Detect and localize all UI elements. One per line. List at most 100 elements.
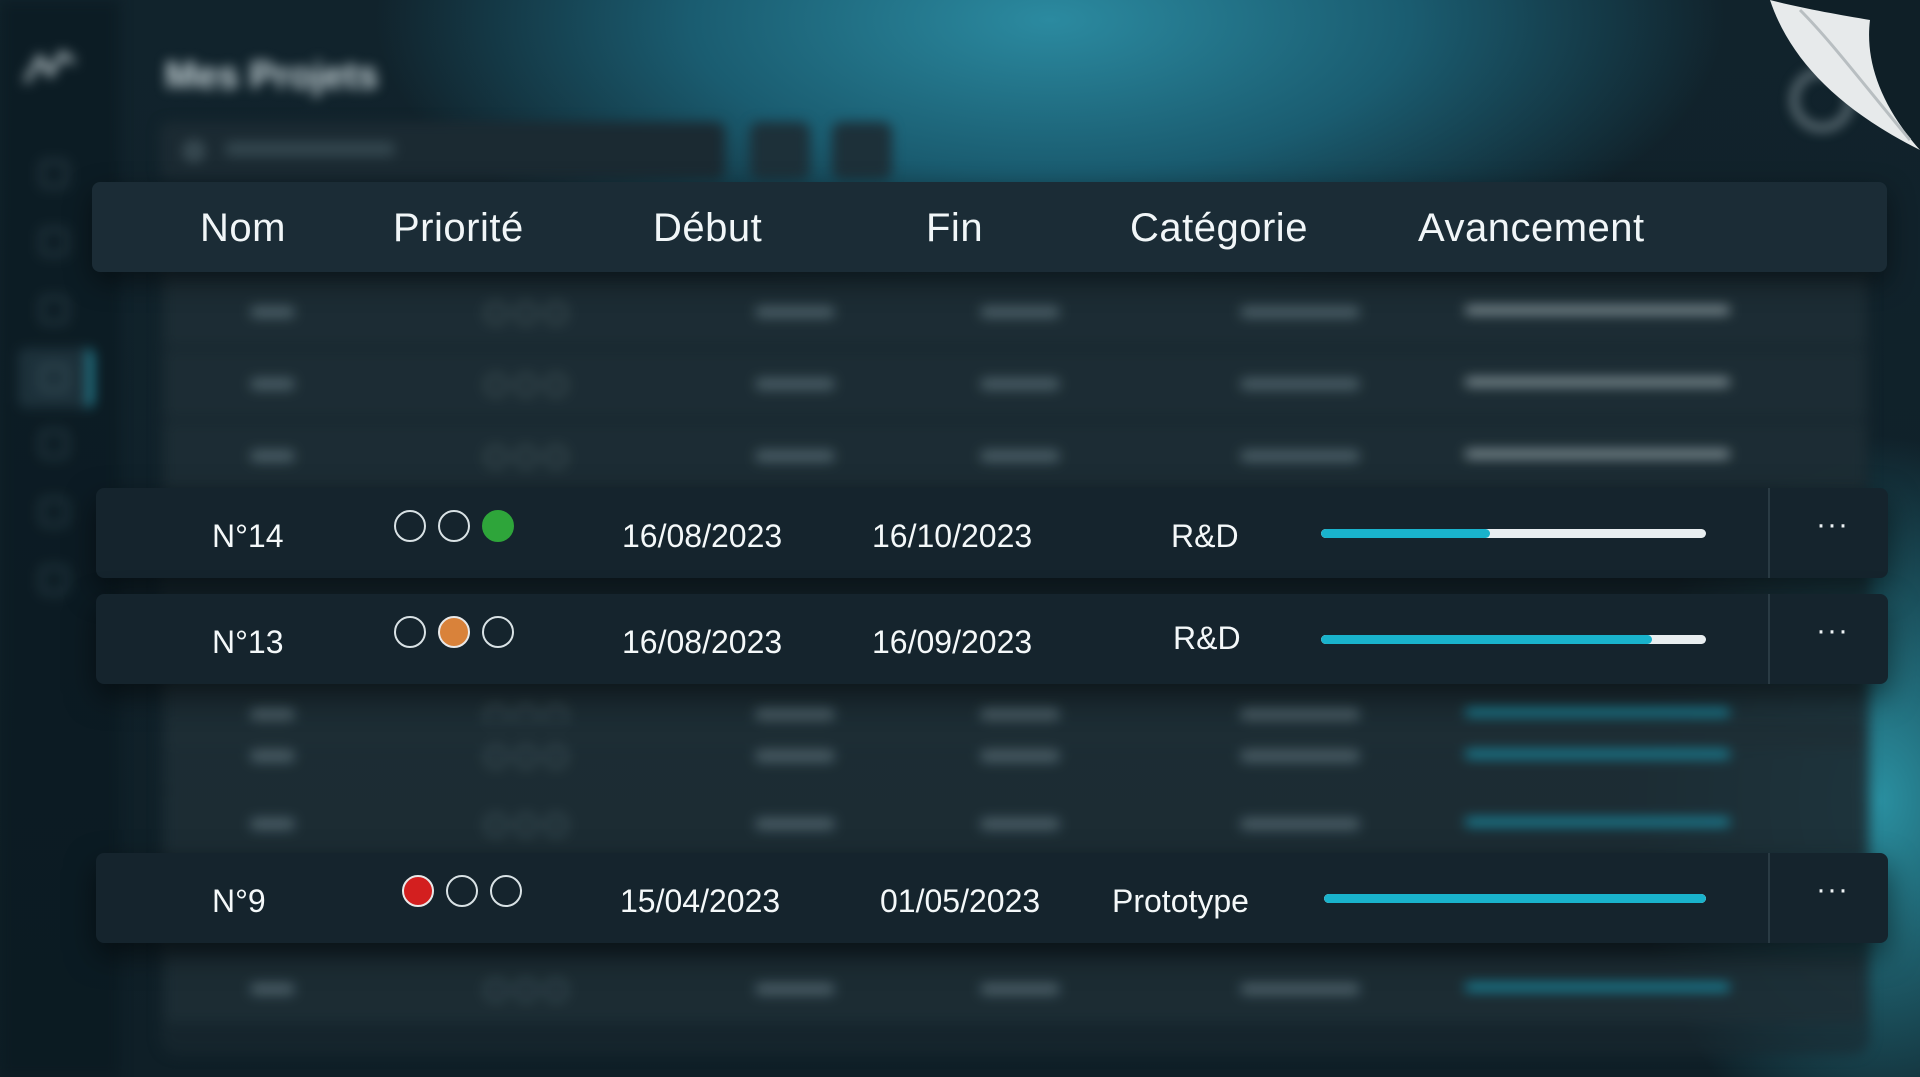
start-date: 16/08/2023 xyxy=(622,518,783,554)
background-table-row xyxy=(165,422,1865,490)
table-header: Nom Priorité Début Fin Catégorie Avancem… xyxy=(92,182,1887,272)
background-cell xyxy=(980,378,1060,390)
background-priority-dot xyxy=(545,302,567,324)
background-progress-bar xyxy=(1465,450,1730,458)
background-table-row xyxy=(165,955,1865,1023)
search-icon xyxy=(185,142,203,160)
background-progress-bar xyxy=(1465,708,1730,716)
background-priority-dot xyxy=(545,979,567,1001)
priority-dot-2 xyxy=(438,616,470,648)
background-cell xyxy=(980,818,1060,830)
divider xyxy=(1768,853,1770,943)
background-progress-bar xyxy=(1465,983,1730,991)
background-priority-dot xyxy=(485,302,507,324)
background-priority-dot xyxy=(515,814,537,836)
priority-dot-3 xyxy=(490,875,522,907)
background-progress-bar xyxy=(1465,306,1730,314)
priority-indicator[interactable] xyxy=(394,616,514,648)
users-icon[interactable] xyxy=(40,498,68,526)
priority-dot-2 xyxy=(438,510,470,542)
help-icon[interactable] xyxy=(40,566,68,594)
progress-fill xyxy=(1321,635,1653,644)
background-priority-dot xyxy=(485,979,507,1001)
projects-icon[interactable] xyxy=(40,364,68,392)
priority-dot-3 xyxy=(482,616,514,648)
priority-dot-1 xyxy=(394,510,426,542)
background-cell xyxy=(755,750,835,762)
background-cell xyxy=(250,450,295,462)
logo-icon xyxy=(23,50,76,84)
background-progress-bar xyxy=(1465,378,1730,386)
background-cell xyxy=(755,983,835,995)
background-priority-dot xyxy=(515,979,537,1001)
background-cell xyxy=(755,306,835,318)
more-options-button[interactable]: ··· xyxy=(1816,614,1849,648)
table-row[interactable]: N°13 16/08/2023 16/09/2023 R&D ··· xyxy=(96,594,1888,684)
divider xyxy=(1768,488,1770,578)
column-header-avancement[interactable]: Avancement xyxy=(1418,206,1645,251)
background-table-row xyxy=(165,278,1865,346)
priority-dot-2 xyxy=(446,875,478,907)
home-icon[interactable] xyxy=(40,160,68,188)
background-priority-dot xyxy=(515,374,537,396)
background-cell xyxy=(250,983,295,995)
background-priority-dot xyxy=(515,746,537,768)
start-date: 15/04/2023 xyxy=(620,883,781,919)
background-progress-bar xyxy=(1465,818,1730,826)
settings-icon[interactable] xyxy=(40,296,68,324)
background-cell xyxy=(250,750,295,762)
column-header-priorite[interactable]: Priorité xyxy=(393,206,524,251)
end-date: 16/10/2023 xyxy=(872,518,1033,554)
category: R&D xyxy=(1171,518,1239,554)
background-cell xyxy=(250,378,295,390)
project-name: N°9 xyxy=(212,883,266,919)
priority-indicator[interactable] xyxy=(394,510,514,542)
background-cell xyxy=(1240,818,1360,830)
edit-icon[interactable] xyxy=(40,430,68,458)
background-table-row xyxy=(165,722,1865,790)
priority-dot-1 xyxy=(394,616,426,648)
background-cell xyxy=(1240,378,1360,390)
more-options-button[interactable]: ··· xyxy=(1816,508,1849,542)
add-button[interactable] xyxy=(750,122,810,180)
progress-bar xyxy=(1321,529,1706,538)
progress-fill xyxy=(1324,894,1706,903)
background-priority-dot xyxy=(545,814,567,836)
filter-button[interactable] xyxy=(832,122,892,180)
background-priority-dot xyxy=(485,446,507,468)
background-table-row xyxy=(165,790,1865,858)
background-priority-dot xyxy=(515,302,537,324)
background-table-row xyxy=(165,350,1865,418)
progress-bar xyxy=(1324,894,1706,903)
column-header-categorie[interactable]: Catégorie xyxy=(1130,206,1308,251)
column-header-fin[interactable]: Fin xyxy=(926,206,983,251)
background-cell xyxy=(755,818,835,830)
background-cell xyxy=(1240,983,1360,995)
background-cell xyxy=(250,708,295,720)
column-header-nom[interactable]: Nom xyxy=(200,206,286,251)
more-options-button[interactable]: ··· xyxy=(1816,873,1849,907)
priority-indicator[interactable] xyxy=(402,875,522,907)
end-date: 01/05/2023 xyxy=(880,883,1041,919)
background-cell xyxy=(980,306,1060,318)
background-cell xyxy=(755,378,835,390)
background-cell xyxy=(980,708,1060,720)
progress-fill xyxy=(1321,529,1491,538)
priority-dot-3 xyxy=(482,510,514,542)
background-cell xyxy=(1240,306,1360,318)
end-date: 16/09/2023 xyxy=(872,624,1033,660)
category: R&D xyxy=(1173,620,1241,656)
background-priority-dot xyxy=(485,814,507,836)
background-cell xyxy=(250,818,295,830)
project-name: N°13 xyxy=(212,624,284,660)
background-priority-dot xyxy=(545,746,567,768)
background-cell xyxy=(755,450,835,462)
page-curl-decoration xyxy=(1770,0,1920,150)
background-cell xyxy=(980,750,1060,762)
column-header-debut[interactable]: Début xyxy=(653,206,762,251)
table-row[interactable]: N°9 15/04/2023 01/05/2023 Prototype ··· xyxy=(96,853,1888,943)
background-priority-dot xyxy=(515,446,537,468)
progress-bar xyxy=(1321,635,1706,644)
table-row[interactable]: N°14 16/08/2023 16/10/2023 R&D ··· xyxy=(96,488,1888,578)
calendar-icon[interactable] xyxy=(40,228,68,256)
